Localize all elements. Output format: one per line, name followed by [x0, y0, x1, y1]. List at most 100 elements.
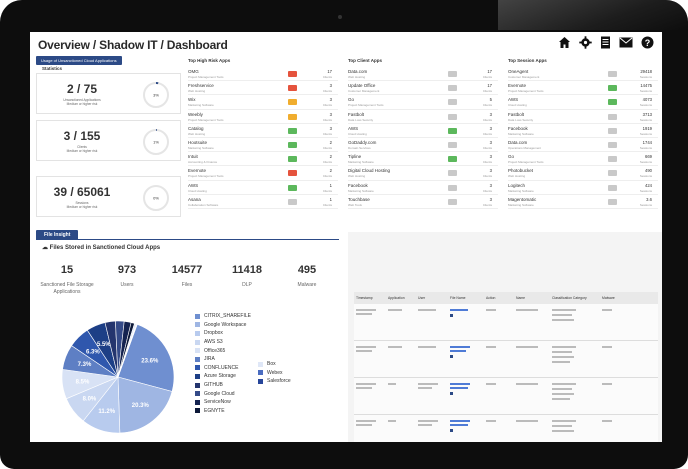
table-header-cell[interactable]: User — [418, 296, 425, 300]
mail-icon[interactable] — [619, 37, 633, 48]
legend-item[interactable]: Salesforce — [258, 377, 291, 386]
app-count: 3 — [489, 154, 492, 160]
legend-label: JIRA — [204, 356, 215, 363]
legend-item[interactable]: Webex — [258, 369, 291, 378]
file-stat-malware: 495 Malware — [276, 264, 338, 289]
legend-item[interactable]: AWS S3 — [195, 338, 251, 347]
gear-icon[interactable] — [579, 36, 592, 49]
app-row[interactable]: AWS Cloud Hosting 4073 Sessions — [508, 95, 658, 110]
app-row[interactable]: Hootsuite Marketing Software 2 Clients — [188, 138, 338, 153]
app-row[interactable]: Update Office Customer Management 17 Client… — [348, 81, 498, 96]
app-count-unit: Clients — [482, 89, 492, 94]
app-row[interactable]: Evernote Project Management Tools 14475 Ses… — [508, 81, 658, 96]
app-name: AWS — [348, 125, 359, 131]
table-header-cell[interactable]: Action — [486, 296, 495, 300]
legend-item[interactable]: Box — [258, 360, 291, 369]
app-count-unit: Sessions — [639, 117, 652, 122]
app-category: Web Hosting — [348, 75, 366, 79]
app-row[interactable]: OneAgent Customer Management 29418 Sessions — [508, 67, 658, 82]
table-row[interactable] — [354, 378, 658, 415]
table-row[interactable] — [354, 415, 658, 442]
app-name: Facebook — [348, 182, 368, 188]
legend-swatch — [195, 382, 200, 388]
file-stat-label: Sanctioned File Storage Applications — [40, 282, 94, 295]
legend-item[interactable]: EGNYTE — [195, 407, 251, 416]
table-header-cell[interactable]: Classification Category — [552, 296, 587, 300]
stat-ring-pct: 3% — [153, 93, 159, 98]
risk-badge — [448, 127, 457, 134]
app-count-unit: Clients — [482, 75, 492, 79]
app-row[interactable]: Go Project Management Tools 669 Sessions — [508, 152, 658, 167]
app-row[interactable]: Digital Cloud Hosting Web Hosting 3 Clients — [348, 166, 498, 181]
legend-item[interactable]: CONFLUENCE — [195, 364, 251, 373]
app-row[interactable]: Fastbolt Data Loss Security 3713 Sessions — [508, 110, 658, 124]
file-insight-divider — [36, 239, 339, 240]
app-row[interactable]: AWS Cloud Hosting 3 Clients — [348, 124, 498, 138]
legend-item[interactable]: GITHUB — [195, 381, 251, 390]
legend-item[interactable]: JIRA — [195, 355, 251, 364]
legend-label: GITHUB — [204, 382, 223, 389]
risk-badge — [448, 113, 457, 120]
legend-item[interactable]: Google Workspace — [195, 321, 251, 330]
app-row[interactable]: AWS Cloud Hosting 1 Clients — [188, 181, 338, 195]
table-header-cell[interactable]: Timestamp — [356, 296, 373, 300]
app-row[interactable]: Freshservice Web Hosting 3 Clients — [188, 81, 338, 96]
app-row[interactable]: Evernote Project Management Tools 2 Clients — [188, 166, 338, 181]
app-row[interactable]: Fastbolt Data Loss Security 3 Clients — [348, 110, 498, 124]
app-row[interactable]: Tipline Marketing Software 3 Clients — [348, 152, 498, 167]
app-row[interactable]: Data.com Web Hosting 17 Clients — [348, 67, 498, 82]
app-count: 4073 — [642, 97, 652, 103]
stat-ring: 0% — [143, 185, 169, 211]
app-row[interactable]: OMG Project Management Tools 17 Clients — [188, 67, 338, 82]
app-row[interactable]: Weebly Project Management Tools 3 Clients — [188, 110, 338, 124]
app-row[interactable]: Facebook Marketing Software 3 Clients — [348, 181, 498, 195]
app-row[interactable]: Facebook Marketing Software 1919 Sessions — [508, 124, 658, 138]
app-row[interactable]: Go Project Management Tools 5 Clients — [348, 95, 498, 110]
app-row[interactable]: GoDaddy.com Domain Services 3 Clients — [348, 138, 498, 153]
app-category: Marketing Software — [508, 131, 534, 136]
activity-pane: Timestamp Application User File Name Action N… — [348, 232, 662, 442]
legend-item[interactable]: Dropbox — [195, 329, 251, 338]
pie-slice-label: 20.3% — [132, 403, 150, 409]
app-category: Project Management Tools — [348, 103, 384, 108]
app-row[interactable]: Photobucket Web Hosting 490 Sessions — [508, 166, 658, 181]
table-row[interactable] — [354, 341, 658, 378]
legend-swatch — [195, 365, 200, 371]
app-category: Collaboration Software — [188, 202, 219, 207]
app-name: Touchbase — [348, 196, 370, 202]
risk-badge — [608, 170, 617, 177]
app-row[interactable]: Data.com Operations Management 1744 Session… — [508, 138, 658, 153]
app-row[interactable]: Touchbase Web Tools 3 Clients — [348, 195, 498, 209]
file-stat-value: 11418 — [232, 264, 262, 276]
risk-badge — [288, 99, 297, 106]
app-row[interactable]: Intuit Accounting & Finance 2 Clients — [188, 152, 338, 167]
legend-swatch — [195, 408, 200, 414]
app-row[interactable]: Asana Collaboration Software 1 Clients — [188, 195, 338, 209]
app-row[interactable]: Magentomatic Marketing Software 3.6 Session… — [508, 195, 658, 209]
table-header-cell[interactable]: Malware — [602, 296, 615, 300]
app-name: Catalog — [188, 125, 204, 131]
usage-tab[interactable]: Usage of Unsanctioned Cloud Applications — [36, 56, 122, 65]
legend-item[interactable]: Office365 — [195, 346, 251, 355]
home-icon[interactable] — [558, 36, 571, 49]
pie-slice-label: 8.5% — [76, 380, 90, 386]
panel-rows: OneAgent Customer Management 29418 Sessions… — [508, 67, 658, 209]
app-row[interactable]: Logitech Marketing Software 424 Sessions — [508, 181, 658, 195]
app-count-unit: Clients — [482, 160, 492, 165]
table-header-cell[interactable]: File Name — [450, 296, 465, 300]
legend-item[interactable]: Google Cloud — [195, 389, 251, 398]
table-header-cell[interactable]: Name — [516, 296, 525, 300]
table-row[interactable] — [354, 304, 658, 341]
app-row[interactable]: Wix Marketing Software 3 Clients — [188, 95, 338, 110]
legend-swatch — [195, 330, 200, 336]
help-icon[interactable]: ? — [641, 36, 654, 49]
legend-item[interactable]: Azure Storage — [195, 372, 251, 381]
app-count-unit: Clients — [482, 202, 492, 207]
app-row[interactable]: Catalog Web Hosting 3 Clients — [188, 124, 338, 138]
legend-item[interactable]: ServiceNow — [195, 398, 251, 407]
risk-badge — [608, 156, 617, 163]
report-icon[interactable] — [600, 36, 611, 49]
legend-item[interactable]: CITRIX_SHAREFILE — [195, 312, 251, 321]
table-header-cell[interactable]: Application — [388, 296, 405, 300]
panel-title: Top High Risk Apps — [188, 58, 231, 63]
